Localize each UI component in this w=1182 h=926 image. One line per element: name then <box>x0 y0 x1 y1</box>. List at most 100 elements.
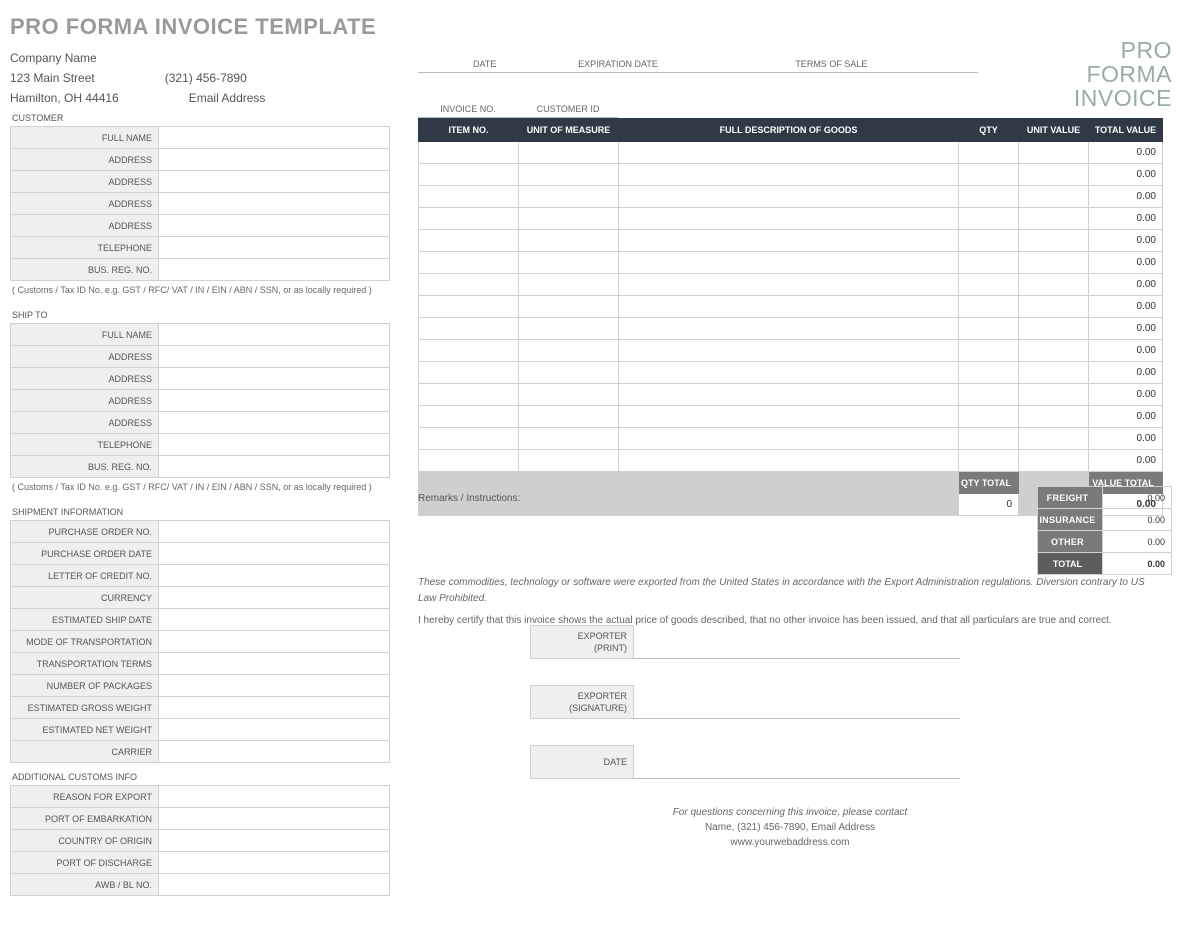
row-cell[interactable] <box>619 428 959 450</box>
row-cell[interactable] <box>619 384 959 406</box>
row-cell[interactable] <box>419 340 519 362</box>
row-cell[interactable] <box>419 186 519 208</box>
row-cell[interactable] <box>1019 142 1089 164</box>
row-cell[interactable] <box>519 428 619 450</box>
shipto-telephone[interactable] <box>159 434 390 456</box>
row-cell[interactable] <box>619 230 959 252</box>
customer-fullname[interactable] <box>159 127 390 149</box>
row-cell[interactable] <box>1019 428 1089 450</box>
row-cell[interactable] <box>619 252 959 274</box>
exporter-print-line[interactable] <box>634 630 960 659</box>
port-emb[interactable] <box>159 808 390 830</box>
row-cell[interactable] <box>619 318 959 340</box>
row-cell[interactable] <box>1019 450 1089 472</box>
est-ship[interactable] <box>159 609 390 631</box>
row-cell[interactable] <box>619 274 959 296</box>
loc-no[interactable] <box>159 565 390 587</box>
shipto-address-2[interactable] <box>159 368 390 390</box>
row-cell[interactable] <box>959 450 1019 472</box>
hdr-terms[interactable]: TERMS OF SALE <box>685 40 978 72</box>
row-cell[interactable] <box>959 362 1019 384</box>
customer-address-1[interactable] <box>159 149 390 171</box>
po-date[interactable] <box>159 543 390 565</box>
row-cell[interactable] <box>1019 252 1089 274</box>
customer-address-3[interactable] <box>159 193 390 215</box>
row-cell[interactable] <box>419 274 519 296</box>
row-cell[interactable] <box>519 142 619 164</box>
shipto-busreg[interactable] <box>159 456 390 478</box>
row-cell[interactable] <box>619 142 959 164</box>
row-cell[interactable] <box>959 340 1019 362</box>
row-cell[interactable] <box>519 274 619 296</box>
row-cell[interactable] <box>619 340 959 362</box>
row-cell[interactable] <box>959 208 1019 230</box>
row-cell[interactable] <box>619 186 959 208</box>
row-cell[interactable] <box>1019 164 1089 186</box>
row-cell[interactable] <box>419 230 519 252</box>
shipto-address-3[interactable] <box>159 390 390 412</box>
shipto-address-1[interactable] <box>159 346 390 368</box>
port-dis[interactable] <box>159 852 390 874</box>
row-cell[interactable] <box>519 384 619 406</box>
row-cell[interactable] <box>619 208 959 230</box>
row-cell[interactable] <box>959 230 1019 252</box>
row-cell[interactable] <box>1019 340 1089 362</box>
currency[interactable] <box>159 587 390 609</box>
row-cell[interactable] <box>1019 318 1089 340</box>
row-cell[interactable] <box>1019 208 1089 230</box>
row-cell[interactable] <box>519 450 619 472</box>
row-cell[interactable] <box>959 164 1019 186</box>
row-cell[interactable] <box>519 340 619 362</box>
row-cell[interactable] <box>519 406 619 428</box>
po-no[interactable] <box>159 521 390 543</box>
row-cell[interactable] <box>619 406 959 428</box>
awb[interactable] <box>159 874 390 896</box>
row-cell[interactable] <box>619 296 959 318</box>
row-cell[interactable] <box>419 318 519 340</box>
customer-address-4[interactable] <box>159 215 390 237</box>
row-cell[interactable] <box>959 428 1019 450</box>
row-cell[interactable] <box>419 296 519 318</box>
hdr-customer-id[interactable]: CUSTOMER ID <box>518 85 618 117</box>
row-cell[interactable] <box>519 186 619 208</box>
row-cell[interactable] <box>619 450 959 472</box>
exporter-sig-line[interactable] <box>634 690 960 719</box>
shipto-fullname[interactable] <box>159 324 390 346</box>
row-cell[interactable] <box>619 164 959 186</box>
row-cell[interactable] <box>959 318 1019 340</box>
mode[interactable] <box>159 631 390 653</box>
row-cell[interactable] <box>419 406 519 428</box>
row-cell[interactable] <box>619 362 959 384</box>
row-cell[interactable] <box>419 142 519 164</box>
row-cell[interactable] <box>419 164 519 186</box>
net[interactable] <box>159 719 390 741</box>
trans-terms[interactable] <box>159 653 390 675</box>
row-cell[interactable] <box>519 230 619 252</box>
row-cell[interactable] <box>419 362 519 384</box>
row-cell[interactable] <box>1019 274 1089 296</box>
row-cell[interactable] <box>959 406 1019 428</box>
row-cell[interactable] <box>419 384 519 406</box>
num-pkg[interactable] <box>159 675 390 697</box>
row-cell[interactable] <box>959 296 1019 318</box>
gross[interactable] <box>159 697 390 719</box>
customer-address-2[interactable] <box>159 171 390 193</box>
row-cell[interactable] <box>419 252 519 274</box>
country[interactable] <box>159 830 390 852</box>
customer-telephone[interactable] <box>159 237 390 259</box>
row-cell[interactable] <box>519 164 619 186</box>
row-cell[interactable] <box>959 186 1019 208</box>
row-cell[interactable] <box>419 428 519 450</box>
hdr-date[interactable]: DATE <box>418 40 551 72</box>
row-cell[interactable] <box>959 274 1019 296</box>
row-cell[interactable] <box>959 252 1019 274</box>
row-cell[interactable] <box>1019 186 1089 208</box>
row-cell[interactable] <box>959 384 1019 406</box>
row-cell[interactable] <box>419 208 519 230</box>
row-cell[interactable] <box>519 362 619 384</box>
row-cell[interactable] <box>419 450 519 472</box>
row-cell[interactable] <box>1019 406 1089 428</box>
row-cell[interactable] <box>519 252 619 274</box>
row-cell[interactable] <box>519 318 619 340</box>
row-cell[interactable] <box>1019 230 1089 252</box>
